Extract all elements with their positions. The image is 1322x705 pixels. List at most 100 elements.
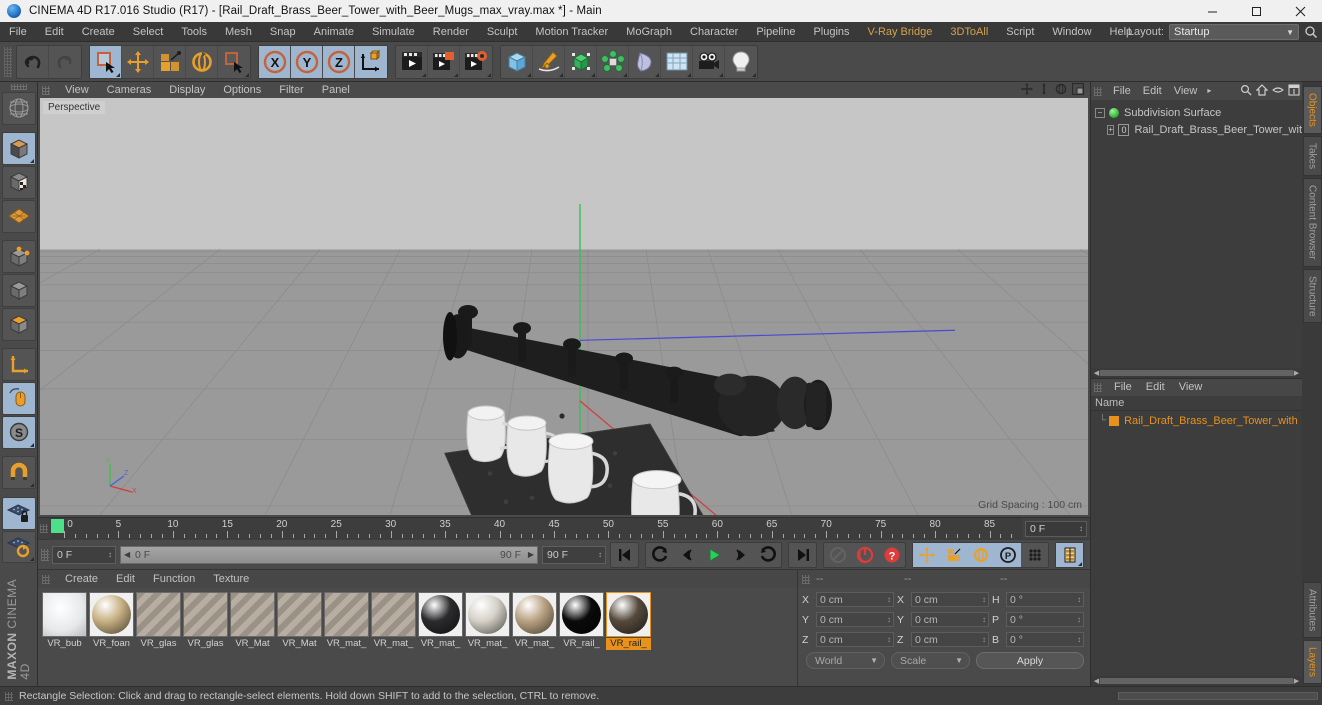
close-button[interactable] bbox=[1278, 0, 1322, 22]
material-swatch[interactable]: VR_glas bbox=[183, 592, 228, 650]
right-tab-takes[interactable]: Takes bbox=[1302, 135, 1322, 177]
render-view-icon[interactable] bbox=[396, 45, 428, 78]
material-swatch[interactable]: VR_rail_ bbox=[559, 592, 604, 650]
maximize-view-icon[interactable] bbox=[1071, 82, 1085, 98]
range-right-arrow-icon[interactable]: ▶ bbox=[528, 550, 534, 559]
menu-plugins[interactable]: Plugins bbox=[804, 22, 858, 42]
viewport-menu-cameras[interactable]: Cameras bbox=[98, 82, 161, 98]
timeline-grip[interactable] bbox=[40, 524, 48, 533]
go-to-start-button[interactable] bbox=[611, 543, 638, 567]
object-manager-hscrollbar[interactable]: ◀ ▶ bbox=[1091, 367, 1302, 378]
material-swatch[interactable]: VR_Mat bbox=[277, 592, 322, 650]
menu-create[interactable]: Create bbox=[73, 22, 124, 42]
eye-icon[interactable] bbox=[1272, 84, 1284, 99]
stepper-icon[interactable]: ↕ bbox=[887, 595, 891, 604]
menu-sculpt[interactable]: Sculpt bbox=[478, 22, 527, 42]
stepper-icon[interactable]: ↕ bbox=[887, 615, 891, 624]
planar-workplane-icon[interactable] bbox=[1, 530, 36, 564]
undo-icon[interactable] bbox=[17, 45, 49, 78]
object-menu-file[interactable]: File bbox=[1107, 82, 1137, 100]
menu-snap[interactable]: Snap bbox=[261, 22, 305, 42]
object-menu-view[interactable]: View bbox=[1168, 82, 1204, 100]
menu-simulate[interactable]: Simulate bbox=[363, 22, 424, 42]
material-swatch[interactable]: VR_mat_ bbox=[371, 592, 416, 650]
generator-icon[interactable] bbox=[565, 45, 597, 78]
menu-mesh[interactable]: Mesh bbox=[216, 22, 261, 42]
scroll-right-arrow-icon[interactable]: ▶ bbox=[1293, 677, 1300, 685]
autokeying-button[interactable] bbox=[851, 543, 878, 567]
tree-expander-icon[interactable]: − bbox=[1095, 107, 1105, 118]
home-icon[interactable] bbox=[1255, 83, 1269, 99]
timeline-ruler[interactable]: 051015202530354045505560657075808590 bbox=[50, 517, 1022, 540]
timeline-frame-field[interactable]: 0 F ↕ bbox=[1025, 520, 1087, 537]
model-mode-icon[interactable] bbox=[1, 132, 36, 166]
zoom-icon[interactable] bbox=[1038, 83, 1050, 98]
poly-face-mode-icon[interactable] bbox=[1, 307, 36, 341]
end-frame-field[interactable]: 90 F ↕ bbox=[542, 545, 606, 564]
menu-file[interactable]: File bbox=[0, 22, 36, 42]
parameter-key-button[interactable]: P bbox=[994, 542, 1021, 567]
scrollbar-thumb[interactable] bbox=[1100, 678, 1293, 684]
viewport-menu-view[interactable]: View bbox=[56, 82, 98, 98]
material-menu-create[interactable]: Create bbox=[56, 570, 107, 588]
menu-window[interactable]: Window bbox=[1043, 22, 1100, 42]
material-grip[interactable] bbox=[42, 574, 50, 584]
material-menu-function[interactable]: Function bbox=[144, 570, 204, 588]
current-frame-field[interactable]: 0 F ↕ bbox=[52, 545, 116, 564]
range-left-arrow-icon[interactable]: ◀ bbox=[124, 550, 130, 559]
step-forward-button[interactable] bbox=[727, 543, 754, 567]
scale-key-button[interactable] bbox=[940, 542, 967, 567]
rotation-key-button[interactable] bbox=[967, 542, 994, 567]
stepper-icon[interactable]: ↕ bbox=[108, 550, 112, 559]
material-menu-edit[interactable]: Edit bbox=[107, 570, 144, 588]
object-menu-more-arrow[interactable]: ▸ bbox=[1203, 82, 1215, 100]
viewport-menu-options[interactable]: Options bbox=[214, 82, 270, 98]
stepper-icon[interactable]: ↕ bbox=[1079, 524, 1083, 533]
coordinate-system-select[interactable]: World ▼ bbox=[806, 652, 885, 669]
viewport-menu-filter[interactable]: Filter bbox=[270, 82, 312, 98]
material-swatch[interactable]: VR_glas bbox=[136, 592, 181, 650]
object-menu-edit[interactable]: Edit bbox=[1137, 82, 1168, 100]
stepper-icon[interactable]: ↕ bbox=[982, 615, 986, 624]
coord-input-position-z[interactable]: 0 cm ↕ bbox=[816, 632, 894, 647]
object-manager-grip[interactable] bbox=[1094, 86, 1102, 96]
spline-pen-icon[interactable] bbox=[533, 45, 565, 78]
polygon-mode-icon[interactable] bbox=[1, 199, 36, 233]
material-swatch[interactable]: VR_rail_ bbox=[606, 592, 651, 650]
coord-input-size-y[interactable]: 0 cm ↕ bbox=[911, 612, 989, 627]
next-key-button[interactable] bbox=[754, 543, 781, 567]
layer-row[interactable]: └ Rail_Draft_Brass_Beer_Tower_with bbox=[1091, 413, 1302, 429]
record-active-objects-button[interactable] bbox=[824, 543, 851, 567]
previous-key-button[interactable] bbox=[646, 543, 673, 567]
mograph-icon[interactable] bbox=[597, 45, 629, 78]
coord-input-size-x[interactable]: 0 cm ↕ bbox=[911, 592, 989, 607]
right-tab-objects[interactable]: Objects bbox=[1302, 86, 1322, 134]
layer-manager-hscrollbar[interactable]: ◀ ▶ bbox=[1091, 676, 1302, 686]
keyframe-selection-button[interactable]: ? bbox=[878, 543, 905, 567]
world-coordinate-icon[interactable] bbox=[355, 45, 387, 78]
search-icon[interactable] bbox=[1240, 84, 1252, 99]
object-tree-row[interactable]: +0 Rail_Draft_Brass_Beer_Tower_wit bbox=[1095, 121, 1302, 138]
search-icon[interactable] bbox=[1304, 25, 1318, 39]
menu-render[interactable]: Render bbox=[424, 22, 478, 42]
stepper-icon[interactable]: ↕ bbox=[598, 550, 602, 559]
material-swatch[interactable]: VR_Mat bbox=[230, 592, 275, 650]
axis-z-button[interactable]: Z bbox=[323, 45, 355, 78]
coord-input-rotation-p[interactable]: 0 ° ↕ bbox=[1006, 612, 1084, 627]
material-swatch[interactable]: VR_mat_ bbox=[465, 592, 510, 650]
menu-vray-bridge[interactable]: V-Ray Bridge bbox=[859, 22, 942, 42]
scale-icon[interactable] bbox=[154, 45, 186, 78]
menu-character[interactable]: Character bbox=[681, 22, 747, 42]
play-button[interactable] bbox=[700, 543, 727, 567]
object-tree-row[interactable]: − Subdivision Surface bbox=[1095, 104, 1302, 121]
menu-tools[interactable]: Tools bbox=[172, 22, 216, 42]
coord-input-position-x[interactable]: 0 cm ↕ bbox=[816, 592, 894, 607]
layer-menu-edit[interactable]: Edit bbox=[1139, 378, 1172, 396]
live-selection-icon[interactable] bbox=[90, 45, 122, 78]
tree-expander-icon[interactable]: + bbox=[1107, 124, 1115, 135]
material-menu-texture[interactable]: Texture bbox=[204, 570, 258, 588]
menu-edit[interactable]: Edit bbox=[36, 22, 73, 42]
scroll-left-arrow-icon[interactable]: ◀ bbox=[1093, 369, 1100, 377]
point-mode-icon[interactable] bbox=[1, 240, 36, 274]
magnet-tool-icon[interactable] bbox=[1, 456, 36, 490]
